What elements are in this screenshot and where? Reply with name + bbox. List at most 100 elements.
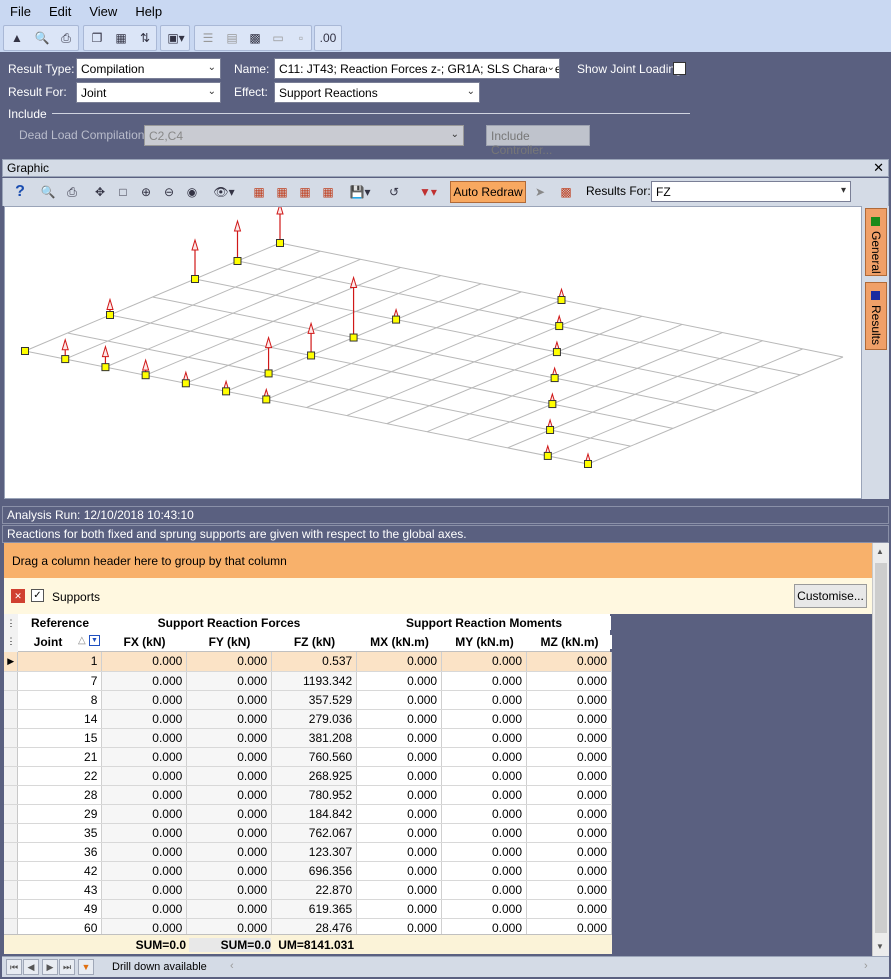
table-cell[interactable]: 7 — [17, 671, 103, 691]
decimal-places-icon[interactable]: .00 — [317, 27, 339, 49]
table-cell[interactable]: 0.000 — [101, 747, 188, 767]
row-indicator[interactable] — [4, 899, 19, 919]
table-cell[interactable]: 0.000 — [356, 766, 443, 786]
zoom-window-icon[interactable]: □ — [112, 181, 134, 203]
column-header-mx[interactable]: MX (kN.m) — [357, 635, 442, 649]
table-cell[interactable]: 0.000 — [101, 728, 188, 748]
table-cell[interactable]: 0.000 — [526, 728, 612, 748]
support-node[interactable] — [191, 275, 199, 283]
table-cell[interactable]: 0.000 — [526, 747, 612, 767]
table-cell[interactable]: 0.000 — [441, 861, 528, 881]
table-cell[interactable]: 0.000 — [101, 709, 188, 729]
table-cell[interactable]: 0.000 — [356, 823, 443, 843]
close-band-icon[interactable]: ✕ — [11, 589, 25, 603]
view-plan-icon[interactable]: ▦ — [271, 181, 293, 203]
table-cell[interactable]: 42 — [17, 861, 103, 881]
menu-view[interactable]: View — [79, 0, 125, 19]
table-cell[interactable]: 0.000 — [441, 709, 528, 729]
column-header-my[interactable]: MY (kN.m) — [442, 635, 527, 649]
close-icon[interactable]: ✕ — [873, 160, 884, 176]
save-image-icon[interactable]: 💾▾ — [345, 181, 375, 203]
row-indicator[interactable] — [4, 690, 19, 710]
table-cell[interactable]: 29 — [17, 804, 103, 824]
table-row[interactable]: 42 0.000 0.000 696.356 0.000 0.000 0.000 — [4, 861, 612, 881]
result-type-select[interactable]: Compilation ⌄ — [76, 58, 221, 79]
auto-redraw-button[interactable]: Auto Redraw — [450, 181, 526, 203]
print-icon[interactable]: ⎙ — [61, 181, 83, 203]
column-header-mz[interactable]: MZ (kN.m) — [527, 635, 612, 649]
table-cell[interactable]: 0.000 — [101, 652, 188, 672]
row-indicator[interactable] — [4, 709, 19, 729]
table-cell[interactable]: 696.356 — [271, 861, 358, 881]
table-cell[interactable]: 28 — [17, 785, 103, 805]
result-for-select[interactable]: Joint ⌄ — [76, 82, 221, 103]
row-indicator[interactable] — [4, 747, 19, 767]
model-graphic-canvas[interactable] — [4, 202, 862, 499]
table-cell[interactable]: 357.529 — [271, 690, 358, 710]
column-header-fy[interactable]: FY (kN) — [187, 635, 272, 649]
table-cell[interactable]: 619.365 — [271, 899, 358, 919]
table-cell[interactable]: 0.000 — [186, 709, 273, 729]
table-cell[interactable]: 268.925 — [271, 766, 358, 786]
table-cell[interactable]: 0.000 — [356, 709, 443, 729]
table-cell[interactable]: 0.000 — [101, 823, 188, 843]
help-icon[interactable]: ? — [9, 181, 31, 203]
table-cell[interactable]: 0.000 — [186, 671, 273, 691]
table-cell[interactable]: 0.000 — [101, 690, 188, 710]
filter-icon[interactable]: ▼▾ — [413, 181, 443, 203]
table-cell[interactable]: 0.000 — [186, 842, 273, 862]
pan-icon[interactable]: ✥ — [89, 181, 111, 203]
table-cell[interactable]: 8 — [17, 690, 103, 710]
row-indicator[interactable] — [4, 728, 19, 748]
table-cell[interactable]: 0.000 — [441, 747, 528, 767]
table-row[interactable]: ▶ 1 0.000 0.000 0.537 0.000 0.000 0.000 — [4, 652, 612, 672]
support-node[interactable] — [181, 379, 190, 388]
view-3d-icon[interactable]: ▦ — [248, 181, 270, 203]
zoom-out-icon[interactable]: ⊖ — [158, 181, 180, 203]
table-cell[interactable]: 0.000 — [526, 785, 612, 805]
table-cell[interactable]: 762.067 — [271, 823, 358, 843]
support-node[interactable] — [106, 311, 114, 319]
table-cell[interactable]: 0.000 — [101, 804, 188, 824]
table-cell[interactable]: 0.000 — [356, 785, 443, 805]
support-node[interactable] — [552, 348, 561, 357]
column-header-fz[interactable]: FZ (kN) — [272, 635, 357, 649]
support-node[interactable] — [222, 387, 231, 396]
table-row[interactable]: 36 0.000 0.000 123.307 0.000 0.000 0.000 — [4, 842, 612, 862]
support-node[interactable] — [543, 451, 552, 460]
support-node[interactable] — [262, 395, 271, 404]
scroll-right-icon[interactable]: › — [864, 960, 868, 972]
print-preview-icon[interactable]: 🔍 — [37, 181, 59, 203]
view-options-icon[interactable]: 👁▾ — [209, 181, 239, 203]
support-node[interactable] — [349, 333, 358, 342]
table-cell[interactable]: 0.000 — [441, 652, 528, 672]
row-indicator[interactable] — [4, 766, 19, 786]
table-cell[interactable]: 35 — [17, 823, 103, 843]
units-icon[interactable]: ⇅ — [134, 27, 156, 49]
table-cell[interactable]: 0.000 — [441, 804, 528, 824]
table-cell[interactable]: 0.000 — [101, 880, 188, 900]
table-cell[interactable]: 0.000 — [356, 804, 443, 824]
table-cell[interactable]: 0.000 — [186, 690, 273, 710]
row-indicator[interactable] — [4, 785, 19, 805]
scroll-up-icon[interactable]: ▲ — [876, 547, 884, 556]
table-cell[interactable]: 0.000 — [526, 690, 612, 710]
table-cell[interactable]: 0.000 — [356, 652, 443, 672]
table-cell[interactable]: 0.000 — [186, 804, 273, 824]
table-cell[interactable]: 0.000 — [356, 747, 443, 767]
column-header-fx[interactable]: FX (kN) — [102, 635, 187, 649]
table-cell[interactable]: 22.870 — [271, 880, 358, 900]
table-row[interactable]: 22 0.000 0.000 268.925 0.000 0.000 0.000 — [4, 766, 612, 786]
support-node[interactable] — [21, 347, 29, 355]
table-cell[interactable]: 0.000 — [186, 880, 273, 900]
scroll-down-icon[interactable]: ▼ — [876, 942, 884, 951]
support-node[interactable] — [61, 355, 70, 364]
table-cell[interactable]: 0.000 — [356, 842, 443, 862]
table-cell[interactable]: 0.000 — [186, 899, 273, 919]
support-node[interactable] — [276, 239, 284, 247]
table-cell[interactable]: 0.000 — [356, 690, 443, 710]
table-cell[interactable]: 43 — [17, 880, 103, 900]
support-node[interactable] — [584, 460, 592, 468]
table-cell[interactable]: 0.000 — [441, 823, 528, 843]
table-cell[interactable]: 0.000 — [441, 671, 528, 691]
